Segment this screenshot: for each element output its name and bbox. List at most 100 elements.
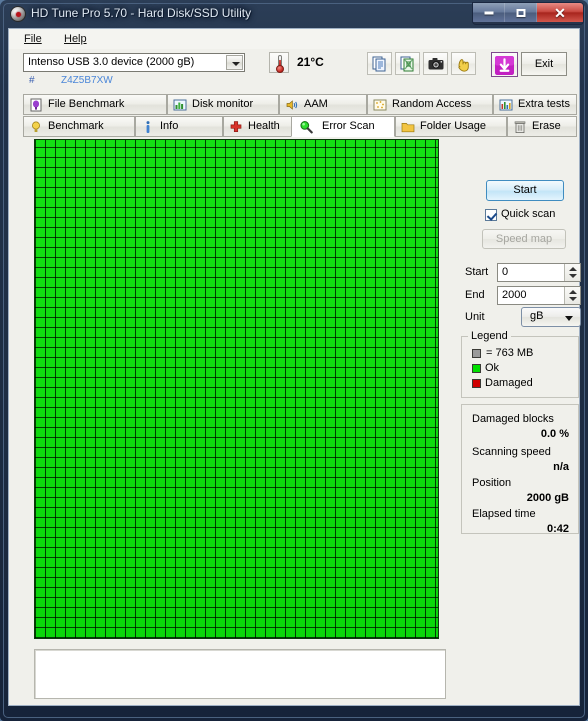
end-field[interactable]: 2000 bbox=[497, 286, 581, 305]
copy-to-clipboard-button[interactable] bbox=[367, 52, 392, 75]
damaged-blocks-value: 0.0 % bbox=[541, 428, 569, 440]
quick-scan-label: Quick scan bbox=[501, 208, 555, 220]
chevron-down-icon[interactable] bbox=[226, 55, 243, 70]
maximize-button[interactable] bbox=[505, 3, 537, 22]
download-button[interactable] bbox=[491, 52, 518, 77]
device-serial: Z4Z5B7XW bbox=[61, 75, 113, 86]
menu-help[interactable]: Help bbox=[57, 32, 94, 46]
spinner-down-icon[interactable] bbox=[569, 297, 577, 301]
thermometer-bulb bbox=[276, 65, 284, 73]
tab-erase[interactable]: Erase bbox=[507, 116, 577, 137]
tab-random-access-label: Random Access bbox=[392, 95, 471, 114]
folder-usage-icon bbox=[401, 120, 415, 134]
position-value: 2000 gB bbox=[527, 492, 569, 504]
tab-folder-usage[interactable]: Folder Usage bbox=[395, 116, 507, 137]
legend-block-swatch bbox=[472, 349, 481, 358]
aam-speaker-icon bbox=[285, 98, 299, 112]
damaged-blocks-label: Damaged blocks bbox=[472, 413, 554, 425]
info-icon bbox=[141, 120, 155, 134]
quick-scan-checkbox-row[interactable]: Quick scan bbox=[485, 209, 585, 223]
thermometer-icon bbox=[269, 52, 289, 73]
excel-export-icon bbox=[399, 55, 417, 73]
spinner-up-icon[interactable] bbox=[569, 290, 577, 294]
tab-disk-monitor[interactable]: Disk monitor bbox=[167, 94, 279, 115]
quick-scan-checkbox[interactable] bbox=[485, 209, 497, 221]
legend-ok-swatch bbox=[472, 364, 481, 373]
tab-error-scan-label: Error Scan bbox=[322, 117, 375, 136]
end-field-label: End bbox=[465, 289, 485, 301]
screenshot-button[interactable] bbox=[423, 52, 448, 75]
tab-disk-monitor-label: Disk monitor bbox=[192, 95, 253, 114]
unit-selector[interactable]: gB bbox=[521, 307, 581, 327]
menu-bar: File Help bbox=[9, 29, 579, 50]
extra-tests-icon bbox=[499, 98, 513, 112]
start-button[interactable]: Start bbox=[486, 180, 564, 201]
menu-file[interactable]: File bbox=[17, 32, 49, 46]
serial-hash-symbol: # bbox=[29, 75, 35, 86]
unit-selector-value: gB bbox=[530, 310, 543, 322]
exit-button[interactable]: Exit bbox=[521, 52, 567, 76]
legend-block-size: = 763 MB bbox=[486, 347, 533, 359]
hdtune-icon bbox=[10, 6, 26, 22]
start-field[interactable]: 0 bbox=[497, 263, 581, 282]
title-bar: HD Tune Pro 5.70 - Hard Disk/SSD Utility… bbox=[0, 0, 588, 28]
scanning-speed-label: Scanning speed bbox=[472, 446, 551, 458]
tab-random-access[interactable]: Random Access bbox=[367, 94, 493, 115]
tab-benchmark[interactable]: Benchmark bbox=[23, 116, 135, 137]
camera-icon bbox=[427, 55, 445, 73]
export-to-excel-button[interactable] bbox=[395, 52, 420, 75]
tab-info-label: Info bbox=[160, 117, 178, 136]
tab-erase-label: Erase bbox=[532, 117, 561, 136]
position-label: Position bbox=[472, 477, 511, 489]
download-arrow-icon bbox=[495, 56, 514, 75]
error-scan-magnifier-icon bbox=[299, 120, 313, 134]
tab-row-secondary: Benchmark Info Health bbox=[9, 116, 579, 138]
legend-group: Legend = 763 MB Ok Damaged bbox=[461, 336, 579, 398]
copy-icon bbox=[371, 55, 389, 73]
scan-grid-wrapper bbox=[34, 139, 446, 639]
start-field-spinner[interactable] bbox=[564, 264, 580, 281]
error-scan-grid bbox=[34, 139, 439, 639]
scanning-speed-value: n/a bbox=[553, 461, 569, 473]
hand-icon bbox=[455, 55, 473, 73]
tab-folder-usage-label: Folder Usage bbox=[420, 117, 486, 136]
tab-aam-label: AAM bbox=[304, 95, 328, 114]
erase-trash-icon bbox=[513, 120, 527, 134]
spinner-down-icon[interactable] bbox=[569, 274, 577, 278]
tab-info[interactable]: Info bbox=[135, 116, 223, 137]
random-access-icon bbox=[373, 98, 387, 112]
options-button[interactable] bbox=[451, 52, 476, 75]
menu-help-label: Help bbox=[64, 33, 87, 45]
spinner-up-icon[interactable] bbox=[569, 267, 577, 271]
elapsed-time-value: 0:42 bbox=[547, 523, 569, 535]
legend-ok-label: Ok bbox=[485, 362, 499, 374]
minimize-icon bbox=[484, 11, 493, 14]
tab-error-scan[interactable]: Error Scan bbox=[291, 116, 395, 137]
health-cross-icon bbox=[229, 120, 243, 134]
close-button[interactable]: ✕ bbox=[537, 3, 583, 22]
legend-damaged-swatch bbox=[472, 379, 481, 388]
temperature-value: 21°C bbox=[297, 55, 324, 69]
minimize-button[interactable] bbox=[473, 3, 505, 22]
speed-map-button[interactable]: Speed map bbox=[482, 229, 566, 249]
menu-file-label: File bbox=[24, 33, 42, 45]
toolbar: Intenso USB 3.0 device (2000 gB) # Z4Z5B… bbox=[9, 49, 579, 94]
tab-file-benchmark[interactable]: File Benchmark bbox=[23, 94, 167, 115]
unit-label: Unit bbox=[465, 311, 485, 323]
tab-extra-tests[interactable]: Extra tests bbox=[493, 94, 577, 115]
tab-aam[interactable]: AAM bbox=[279, 94, 367, 115]
device-selector[interactable]: Intenso USB 3.0 device (2000 gB) bbox=[23, 53, 245, 72]
application-window: HD Tune Pro 5.70 - Hard Disk/SSD Utility… bbox=[0, 0, 588, 721]
device-selector-value: Intenso USB 3.0 device (2000 gB) bbox=[28, 56, 194, 68]
disk-monitor-icon bbox=[173, 98, 187, 112]
close-icon: ✕ bbox=[554, 6, 566, 20]
chevron-down-icon[interactable] bbox=[565, 316, 573, 321]
window-title: HD Tune Pro 5.70 - Hard Disk/SSD Utility bbox=[31, 6, 251, 20]
log-panel[interactable] bbox=[34, 649, 446, 699]
tab-row-primary: File Benchmark Disk monitor AAM bbox=[9, 94, 579, 116]
window-controls: ✕ bbox=[472, 2, 584, 25]
start-field-value: 0 bbox=[502, 266, 508, 278]
tab-extra-tests-label: Extra tests bbox=[518, 95, 570, 114]
legend-damaged-label: Damaged bbox=[485, 377, 533, 389]
end-field-spinner[interactable] bbox=[564, 287, 580, 304]
